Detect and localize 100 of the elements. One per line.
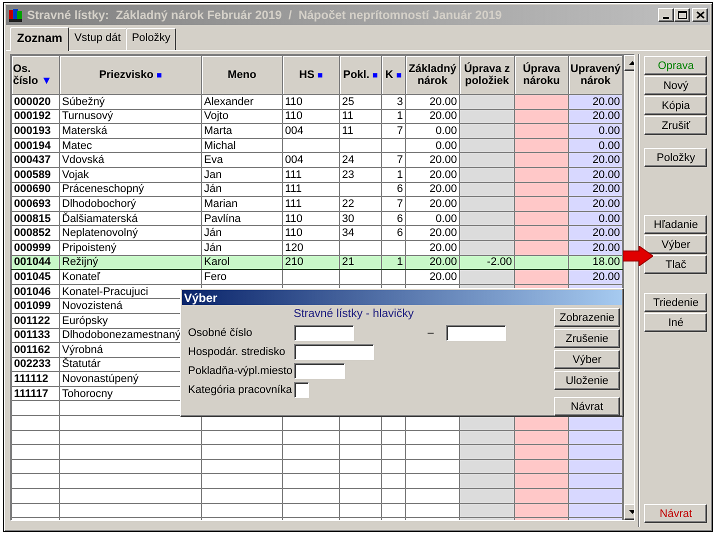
table-cell: Ján [202, 226, 282, 240]
column-header[interactable]: Os. číslo ▼ [12, 56, 60, 94]
action-button[interactable]: Položky [644, 148, 708, 167]
tab[interactable]: Zoznam [10, 27, 70, 51]
column-header[interactable]: Základný nárok [406, 56, 460, 94]
table-cell: 3 [382, 94, 406, 110]
table-cell: Práceneschopný [60, 182, 202, 197]
action-button[interactable]: Návrat [644, 504, 708, 523]
action-button[interactable]: Iné [644, 313, 708, 332]
table-cell: 0.00 [568, 124, 622, 138]
table-cell: 20.00 [406, 240, 460, 256]
index-marker-icon: ■ [372, 70, 378, 80]
table-cell: 110 [282, 226, 340, 240]
table-cell: 30 [340, 211, 382, 226]
table-cell: 110 [282, 94, 340, 110]
index-marker-icon: ■ [396, 70, 402, 80]
table-cell: 20.00 [568, 94, 622, 110]
table-cell: Konateľ [60, 270, 202, 284]
table-cell: 1 [382, 167, 406, 182]
action-button[interactable]: Výber [644, 235, 708, 254]
close-icon [696, 11, 704, 19]
table-cell: 004 [282, 152, 340, 168]
column-header[interactable]: Úprava nároku [514, 56, 568, 94]
column-header[interactable]: K ■ [382, 56, 406, 94]
table-cell: 111 [282, 182, 340, 197]
table-cell: Karol [202, 255, 282, 270]
dialog-button[interactable]: Zrušenie [554, 329, 620, 348]
table-cell: 0.00 [406, 124, 460, 138]
column-header[interactable]: HS ■ [282, 56, 340, 94]
column-header[interactable]: Pokl. ■ [340, 56, 382, 94]
column-header[interactable]: Upravený nárok [568, 56, 622, 94]
table-cell: 0.00 [406, 211, 460, 226]
table-cell: 0.00 [568, 211, 622, 226]
table-cell: 000815 [12, 211, 60, 226]
table-cell: 001044 [12, 255, 60, 270]
table-cell: Dlhodobochorý [60, 196, 202, 212]
table-cell: Materská [60, 124, 202, 138]
table-cell: Neplatenovolný [60, 226, 202, 240]
table-cell: 111 [282, 167, 340, 182]
action-button[interactable]: Triedenie [644, 293, 708, 312]
table-cell: 11 [340, 124, 382, 138]
column-header[interactable]: Úprava z položiek [460, 56, 514, 94]
input-field[interactable] [294, 344, 374, 360]
table-cell: 20.00 [406, 167, 460, 182]
table-cell: 0.00 [568, 138, 622, 153]
table-cell: 000999 [12, 240, 60, 256]
action-button[interactable]: Kópia [644, 96, 708, 115]
table-cell: Pavlína [202, 211, 282, 226]
table-cell: 25 [340, 94, 382, 110]
table-cell: 20.00 [568, 226, 622, 240]
table-cell: Ján [202, 240, 282, 256]
dialog-button[interactable]: Výber [554, 350, 620, 369]
index-marker-icon: ■ [317, 70, 323, 80]
table-cell: 7 [382, 196, 406, 212]
maximize-button[interactable] [674, 8, 690, 22]
arrow-icon [623, 246, 653, 266]
table-cell: 20.00 [568, 167, 622, 182]
input-field[interactable] [294, 325, 354, 341]
input-field[interactable] [294, 363, 345, 379]
dialog-button[interactable]: Zobrazenie [554, 308, 620, 327]
table-cell: 000852 [12, 226, 60, 240]
column-header[interactable]: Priezvisko ■ [60, 56, 202, 94]
table-cell: 001046 [12, 284, 60, 299]
table-cell: -2.00 [460, 255, 514, 270]
table-cell: 000693 [12, 196, 60, 212]
table-cell: 001133 [12, 328, 60, 343]
table-cell: 111112 [12, 372, 60, 386]
table-cell: 111 [282, 196, 340, 212]
table-cell: 001122 [12, 313, 60, 328]
action-button[interactable]: Hľadanie [644, 215, 708, 234]
table-cell: 23 [340, 167, 382, 182]
input-field[interactable] [446, 325, 506, 341]
table-cell: Eva [202, 152, 282, 168]
table-cell: Fero [202, 270, 282, 284]
table-cell: 24 [340, 152, 382, 168]
table-cell: 6 [382, 182, 406, 197]
table-cell: Jan [202, 167, 282, 182]
table-cell: 120 [282, 240, 340, 256]
close-button[interactable] [692, 8, 708, 22]
action-button[interactable]: Nový [644, 76, 708, 95]
table-cell: Vojak [60, 167, 202, 182]
table-cell: 34 [340, 226, 382, 240]
table-cell: 000690 [12, 182, 60, 197]
table-cell: Vojto [202, 109, 282, 124]
table-cell: 110 [282, 109, 340, 124]
table-cell: 20.00 [406, 109, 460, 124]
dialog-button[interactable]: Návrat [554, 397, 620, 416]
action-button[interactable]: Zrušiť [644, 116, 708, 135]
table-cell: 20.00 [568, 196, 622, 212]
column-header[interactable]: Meno [202, 56, 282, 94]
input-field[interactable] [294, 382, 309, 398]
range-separator: – [428, 327, 434, 339]
action-button[interactable]: Tlač [644, 255, 708, 274]
dialog-button[interactable]: Uloženie [554, 371, 620, 390]
minimize-button[interactable] [658, 8, 674, 22]
table-cell: 20.00 [406, 270, 460, 284]
table-cell: 20.00 [406, 196, 460, 212]
tab[interactable]: Položky [126, 28, 176, 50]
table-cell: Michal [202, 138, 282, 153]
table-cell: 000437 [12, 152, 60, 168]
